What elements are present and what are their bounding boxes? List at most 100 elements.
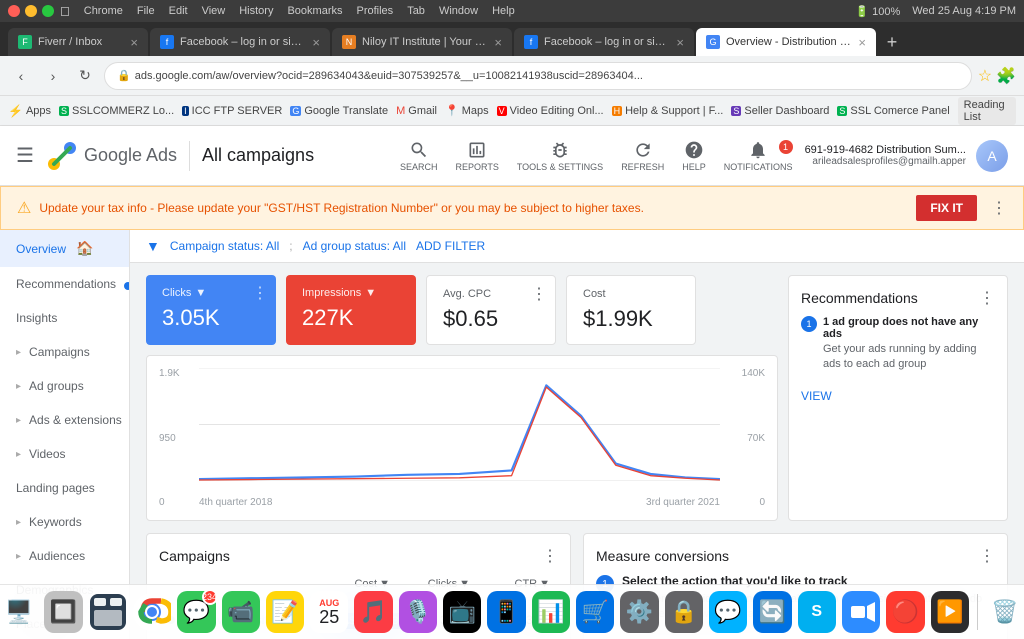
dock-tv[interactable]: 📺 [443, 591, 481, 633]
menu-tab[interactable]: Tab [407, 5, 425, 17]
dock-security[interactable]: 🔒 [665, 591, 703, 633]
tab-close-fb2[interactable]: × [676, 35, 684, 50]
dock-zoom[interactable] [842, 591, 880, 633]
menu-window[interactable]: Window [439, 5, 478, 17]
dock-terminal[interactable]: ▶️ [931, 591, 969, 633]
menu-profiles[interactable]: Profiles [357, 5, 394, 17]
menu-help[interactable]: Help [492, 5, 515, 17]
dock-ios-app[interactable]: 📱 [487, 591, 525, 633]
alert-more-icon[interactable]: ⋮ [991, 198, 1007, 218]
sidebar-item-insights[interactable]: Insights [0, 301, 129, 335]
star-icon[interactable]: ☆ [978, 66, 992, 86]
dock-finder[interactable]: 🖥️ [0, 591, 38, 633]
dock-remote[interactable]: 🔄 [753, 591, 791, 633]
bm-maps[interactable]: 📍 Maps [445, 104, 489, 117]
expand-icon-videos: ▸ [16, 449, 21, 460]
close-dot[interactable] [8, 5, 20, 17]
sidebar-item-audiences[interactable]: ▸ Audiences [0, 539, 129, 573]
new-tab-button[interactable]: + [878, 28, 906, 56]
menu-bookmarks[interactable]: Bookmarks [287, 5, 342, 17]
bm-translate[interactable]: G Google Translate [290, 105, 388, 117]
dock-chrome[interactable] [133, 591, 171, 633]
tab-close-ads[interactable]: × [858, 35, 866, 50]
dock-notes[interactable]: 📝 [266, 591, 304, 633]
cost-stat-card[interactable]: Cost $1.99K [566, 275, 696, 345]
refresh-nav-item[interactable]: REFRESH [621, 140, 664, 172]
dock-appstore[interactable]: 🛒 [576, 591, 614, 633]
forward-button[interactable]: › [40, 63, 66, 89]
bm-ssl-commerce[interactable]: S SSL Comerce Panel [837, 105, 949, 117]
bm-video[interactable]: V Video Editing Onl... [497, 105, 604, 117]
bm-seller[interactable]: S Seller Dashboard [731, 105, 829, 117]
tab-facebook1[interactable]: f Facebook – log in or sign up × [150, 28, 330, 56]
dock-calendar[interactable]: AUG 25 [310, 591, 348, 633]
menu-chrome[interactable]: Chrome [84, 5, 123, 17]
minimize-dot[interactable] [25, 5, 37, 17]
sidebar-item-videos[interactable]: ▸ Videos [0, 437, 129, 471]
reports-nav-item[interactable]: REPORTS [455, 140, 498, 172]
menu-edit[interactable]: Edit [169, 5, 188, 17]
adgroup-status-filter[interactable]: Ad group status: All [303, 239, 406, 253]
menu-view[interactable]: View [202, 5, 226, 17]
dock-podcasts[interactable]: 🎙️ [399, 591, 437, 633]
menu-file[interactable]: File [137, 5, 155, 17]
avg-cpc-more-icon[interactable]: ⋮ [531, 284, 547, 304]
url-input[interactable]: 🔒 ads.google.com/aw/overview?ocid=289634… [104, 62, 972, 90]
add-filter-button[interactable]: ADD FILTER [416, 239, 485, 253]
campaign-status-filter[interactable]: Campaign status: All [170, 239, 279, 253]
dock-skype[interactable]: S [798, 591, 836, 633]
view-link[interactable]: VIEW [801, 389, 832, 403]
sidebar-item-keywords[interactable]: ▸ Keywords [0, 505, 129, 539]
recommendations-more-icon[interactable]: ⋮ [979, 288, 995, 308]
x-label-end: 3rd quarter 2021 [646, 497, 720, 508]
search-nav-item[interactable]: SEARCH [400, 140, 438, 172]
notifications-nav-item[interactable]: 1 NOTIFICATIONS [724, 140, 793, 172]
apple-menu[interactable]:  [60, 4, 70, 19]
tools-nav-item[interactable]: TOOLS & SETTINGS [517, 140, 603, 172]
user-avatar[interactable]: A [976, 140, 1008, 172]
clicks-more-icon[interactable]: ⋮ [252, 283, 268, 303]
tab-close-fb1[interactable]: × [312, 35, 320, 50]
dock-mission-control[interactable] [89, 591, 127, 633]
dock-trash[interactable]: 🗑️ [986, 591, 1024, 633]
bm-icc[interactable]: I ICC FTP SERVER [182, 105, 282, 117]
sidebar-item-ads[interactable]: ▸ Ads & extensions [0, 403, 129, 437]
reading-list-button[interactable]: Reading List [958, 97, 1016, 125]
dock-facetime[interactable]: 📹 [222, 591, 260, 633]
bm-help[interactable]: H Help & Support | F... [612, 105, 724, 117]
extension-icon[interactable]: 🧩 [996, 66, 1016, 86]
sidebar-item-adgroups[interactable]: ▸ Ad groups [0, 369, 129, 403]
avg-cpc-stat-card[interactable]: Avg. CPC $0.65 ⋮ [426, 275, 556, 345]
sidebar-item-campaigns[interactable]: ▸ Campaigns [0, 335, 129, 369]
dock-numbers[interactable]: 📊 [532, 591, 570, 633]
dock-launchpad[interactable]: 🔲 [44, 591, 82, 633]
tab-fiverr[interactable]: F Fiverr / Inbox × [8, 28, 148, 56]
dock-record[interactable]: 🔴 [886, 591, 924, 633]
impressions-stat-card[interactable]: Impressions ▼ 227K [286, 275, 416, 345]
sidebar-item-recommendations[interactable]: Recommendations [0, 267, 129, 301]
tab-facebook2[interactable]: f Facebook – log in or sign up × [514, 28, 694, 56]
sidebar-item-landing[interactable]: Landing pages [0, 471, 129, 505]
clicks-stat-card[interactable]: Clicks ▼ 3.05K ⋮ [146, 275, 276, 345]
tab-google-ads[interactable]: G Overview - Distribution Summ... × [696, 28, 876, 56]
dock-messages[interactable]: 💬 234 [177, 591, 215, 633]
refresh-button[interactable]: ↻ [72, 63, 98, 89]
bm-apps[interactable]: ⚡ Apps [8, 104, 51, 118]
dock-system-prefs[interactable]: ⚙️ [620, 591, 658, 633]
sidebar-item-overview[interactable]: Overview 🏠 [0, 230, 129, 267]
tab-niloy[interactable]: N Niloy IT Institute | Your better ... × [332, 28, 512, 56]
bm-ssl[interactable]: S SSLCOMMERZ Lo... [59, 105, 174, 117]
menu-history[interactable]: History [239, 5, 273, 17]
bm-gmail[interactable]: M Gmail [396, 105, 437, 117]
hamburger-menu[interactable]: ☰ [16, 143, 34, 168]
dock-skype-like[interactable]: 💬 [709, 591, 747, 633]
help-nav-item[interactable]: HELP [682, 140, 706, 172]
dock-music[interactable]: 🎵 [354, 591, 392, 633]
conversions-more-icon[interactable]: ⋮ [979, 546, 995, 566]
maximize-dot[interactable] [42, 5, 54, 17]
campaigns-more-icon[interactable]: ⋮ [542, 546, 558, 566]
tab-close-fiverr[interactable]: × [130, 35, 138, 50]
fix-it-button[interactable]: FIX IT [916, 195, 977, 221]
tab-close-niloy[interactable]: × [494, 35, 502, 50]
back-button[interactable]: ‹ [8, 63, 34, 89]
